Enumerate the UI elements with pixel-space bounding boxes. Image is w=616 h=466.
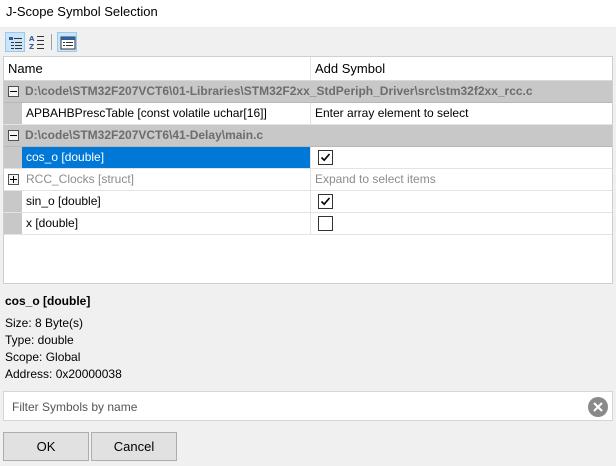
symbol-row[interactable]: APBAHBPrescTable [const volatile uchar[1… — [4, 103, 612, 125]
add-symbol-cell — [310, 147, 612, 168]
column-header-add-symbol[interactable]: Add Symbol — [315, 61, 385, 76]
symbol-name[interactable]: x [double] — [22, 213, 310, 234]
clear-filter-button[interactable] — [588, 397, 608, 417]
add-symbol-checkbox[interactable] — [318, 194, 333, 209]
window-title: J-Scope Symbol Selection — [6, 4, 158, 19]
symbol-name[interactable]: RCC_Clocks [struct] — [22, 169, 310, 190]
symbol-name[interactable]: APBAHBPrescTable [const volatile uchar[1… — [22, 103, 310, 124]
expand-toggle-icon[interactable] — [8, 174, 19, 185]
group-row[interactable]: D:\code\STM32F207VCT6\41-Delay\main.c — [4, 125, 612, 147]
row-gutter — [4, 213, 22, 234]
column-divider[interactable] — [310, 57, 311, 80]
close-icon — [593, 402, 603, 412]
details-size: Size: 8 Byte(s) — [5, 316, 84, 330]
details-scope: Scope: Global — [5, 350, 81, 364]
group-row[interactable]: D:\code\STM32F207VCT6\01-Libraries\STM32… — [4, 81, 612, 103]
details-type: Type: double — [5, 333, 74, 347]
add-symbol-checkbox[interactable] — [318, 150, 333, 165]
collapse-toggle-icon[interactable] — [8, 130, 19, 141]
add-symbol-cell — [310, 191, 612, 212]
group-path: D:\code\STM32F207VCT6\41-Delay\main.c — [25, 128, 264, 142]
categorized-view-button[interactable] — [5, 32, 25, 52]
symbol-grid: Name Add Symbol D:\code\STM32F207VCT6\01… — [3, 56, 613, 284]
symbol-row[interactable]: x [double] — [4, 213, 612, 235]
row-gutter — [4, 103, 22, 124]
collapse-toggle-icon[interactable] — [8, 86, 19, 97]
sort-alphabetical-button[interactable]: A Z — [27, 32, 47, 52]
symbol-row[interactable]: RCC_Clocks [struct] Expand to select ite… — [4, 169, 612, 191]
checkmark-icon — [320, 153, 331, 162]
checkmark-icon — [320, 197, 331, 206]
details-title: cos_o [double] — [5, 294, 91, 308]
title-bar: J-Scope Symbol Selection — [0, 0, 616, 28]
row-gutter — [4, 191, 22, 212]
symbol-name[interactable]: sin_o [double] — [22, 191, 310, 212]
symbol-row[interactable]: sin_o [double] — [4, 191, 612, 213]
toolbar-separator — [51, 34, 52, 50]
ok-button[interactable]: OK — [3, 432, 89, 461]
filter-box — [3, 391, 613, 421]
row-gutter — [4, 147, 22, 168]
group-path: D:\code\STM32F207VCT6\01-Libraries\STM32… — [25, 84, 533, 98]
add-symbol-checkbox[interactable] — [318, 216, 333, 231]
filter-input[interactable] — [10, 396, 574, 418]
add-symbol-cell — [310, 213, 612, 234]
svg-text:A: A — [29, 35, 35, 43]
grid-header: Name Add Symbol — [4, 57, 612, 81]
toolbar: A Z — [0, 28, 616, 56]
property-pages-button[interactable] — [57, 32, 77, 52]
symbol-add-hint[interactable]: Expand to select items — [310, 169, 612, 190]
symbol-row[interactable]: cos_o [double] — [4, 147, 612, 169]
symbol-name[interactable]: cos_o [double] — [22, 147, 310, 168]
column-header-name[interactable]: Name — [8, 61, 43, 76]
symbol-add-hint[interactable]: Enter array element to select — [310, 103, 612, 124]
svg-text:Z: Z — [29, 43, 34, 50]
details-address: Address: 0x20000038 — [5, 367, 122, 381]
cancel-button[interactable]: Cancel — [91, 432, 177, 461]
symbol-details-panel: cos_o [double] Size: 8 Byte(s) Type: dou… — [0, 288, 616, 383]
